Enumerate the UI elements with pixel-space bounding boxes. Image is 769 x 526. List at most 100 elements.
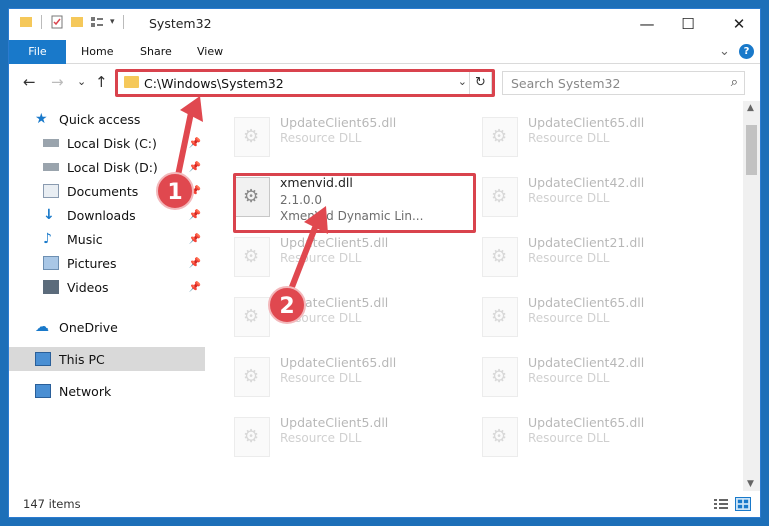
recent-locations-button[interactable]: ⌄ xyxy=(77,75,86,88)
file-name: UpdateClient5.dll xyxy=(280,235,389,250)
file-item[interactable]: UpdateClient65.dll Resource DLL xyxy=(482,111,722,163)
sidebar-item-label: Quick access xyxy=(59,111,141,127)
file-item[interactable]: UpdateClient42.dll Resource DLL xyxy=(482,171,722,223)
file-name: UpdateClient42.dll xyxy=(528,355,645,370)
tab-view[interactable]: View xyxy=(197,40,223,64)
file-item[interactable]: UpdateClient21.dll Resource DLL xyxy=(482,231,722,283)
dll-file-icon xyxy=(234,417,270,457)
pin-icon[interactable]: 📌 xyxy=(189,234,201,245)
file-name: UpdateClient65.dll xyxy=(280,355,397,370)
address-highlight-box xyxy=(115,69,495,97)
file-type: Resource DLL xyxy=(528,191,610,205)
file-name: UpdateClient65.dll xyxy=(528,115,645,130)
file-type: Resource DLL xyxy=(528,371,610,385)
callout-step-2: 2 xyxy=(268,286,306,324)
up-button[interactable]: ↑ xyxy=(95,73,108,91)
sidebar-item-label: Pictures xyxy=(67,255,117,271)
vertical-scrollbar[interactable]: ▲ ▼ xyxy=(743,101,760,491)
pin-icon[interactable]: 📌 xyxy=(189,210,201,221)
tab-home[interactable]: Home xyxy=(81,40,113,64)
download-icon: ↓ xyxy=(43,207,55,223)
close-button[interactable]: ✕ xyxy=(716,9,760,39)
sidebar-item-label: This PC xyxy=(59,351,105,367)
dll-file-icon xyxy=(482,237,518,277)
ribbon-collapse-icon[interactable]: ⌄ xyxy=(719,40,730,64)
sidebar-item-music[interactable]: ♪ Music 📌 xyxy=(9,227,205,251)
forward-button[interactable]: → xyxy=(51,73,64,91)
qat-dropdown-icon[interactable]: ▾ xyxy=(110,17,115,27)
file-item[interactable]: UpdateClient65.dll Resource DLL xyxy=(482,291,722,343)
file-type: Resource DLL xyxy=(280,131,362,145)
new-folder-icon[interactable] xyxy=(70,15,84,29)
dll-file-icon xyxy=(482,177,518,217)
sidebar-item-label: OneDrive xyxy=(59,319,118,335)
file-type: Resource DLL xyxy=(280,371,362,385)
file-item[interactable]: UpdateClient65.dll Resource DLL xyxy=(234,111,474,163)
sidebar-item-local-disk-c[interactable]: Local Disk (C:) 📌 xyxy=(9,131,205,155)
file-item[interactable]: UpdateClient65.dll Resource DLL xyxy=(482,411,722,463)
large-icons-view-icon[interactable] xyxy=(735,497,751,511)
drive-icon xyxy=(43,163,59,171)
properties-icon[interactable] xyxy=(50,15,64,29)
star-icon: ★ xyxy=(35,111,48,127)
sidebar-item-pictures[interactable]: Pictures 📌 xyxy=(9,251,205,275)
dll-file-icon xyxy=(482,357,518,397)
search-input[interactable]: Search System32 xyxy=(511,76,620,91)
folder-icon[interactable] xyxy=(19,15,33,29)
explorer-window: ▾ System32 — ☐ ✕ File Home Share View ⌄ … xyxy=(8,8,761,518)
file-type: Resource DLL xyxy=(528,311,610,325)
file-highlight-box xyxy=(233,173,476,233)
scroll-up-icon[interactable]: ▲ xyxy=(747,103,754,113)
file-name: UpdateClient42.dll xyxy=(528,175,645,190)
dll-file-icon xyxy=(234,357,270,397)
sidebar-item-network[interactable]: Network xyxy=(9,379,205,403)
pin-icon[interactable]: 📌 xyxy=(189,162,201,173)
navigation-bar: ← → ⌄ ↑ C:\Windows\System32 ⌄ ↻ Search S… xyxy=(9,65,760,101)
navigation-pane: ★ Quick access Local Disk (C:) 📌 Local D… xyxy=(9,101,205,491)
customize-view-icon[interactable] xyxy=(90,15,104,29)
file-item[interactable]: UpdateClient42.dll Resource DLL xyxy=(482,351,722,403)
file-item[interactable]: UpdateClient5.dll Resource DLL xyxy=(234,411,474,463)
tab-file[interactable]: File xyxy=(9,40,66,64)
file-type: Resource DLL xyxy=(280,431,362,445)
sidebar-item-label: Network xyxy=(59,383,112,399)
sidebar-item-onedrive[interactable]: ☁ OneDrive xyxy=(9,315,205,339)
callout-step-1: 1 xyxy=(156,172,194,210)
file-name: UpdateClient65.dll xyxy=(280,115,397,130)
file-name: UpdateClient65.dll xyxy=(528,295,645,310)
sidebar-item-quick-access[interactable]: ★ Quick access xyxy=(9,107,205,131)
file-name: UpdateClient5.dll xyxy=(280,415,389,430)
sidebar-item-label: Documents xyxy=(67,183,139,199)
help-icon[interactable]: ? xyxy=(739,44,754,59)
network-icon xyxy=(35,384,51,398)
title-bar: ▾ System32 — ☐ ✕ xyxy=(9,9,760,39)
dll-file-icon xyxy=(482,417,518,457)
quick-access-toolbar: ▾ xyxy=(19,15,126,29)
search-icon[interactable]: ⌕ xyxy=(731,75,738,90)
sidebar-item-videos[interactable]: Videos 📌 xyxy=(9,275,205,299)
scroll-down-icon[interactable]: ▼ xyxy=(747,479,754,489)
file-item[interactable]: UpdateClient65.dll Resource DLL xyxy=(234,351,474,403)
back-button[interactable]: ← xyxy=(23,73,36,91)
dll-file-icon xyxy=(482,117,518,157)
pin-icon[interactable]: 📌 xyxy=(189,282,201,293)
file-type: Resource DLL xyxy=(280,251,362,265)
videos-icon xyxy=(43,280,59,294)
sidebar-item-label: Local Disk (D:) xyxy=(67,159,158,175)
pin-icon[interactable]: 📌 xyxy=(189,138,201,149)
computer-icon xyxy=(35,352,51,366)
window-title: System32 xyxy=(149,16,212,31)
pin-icon[interactable]: 📌 xyxy=(189,258,201,269)
minimize-button[interactable]: — xyxy=(624,9,670,39)
sidebar-item-this-pc[interactable]: This PC xyxy=(9,347,205,371)
search-box[interactable]: Search System32 ⌕ xyxy=(502,71,745,95)
cloud-icon: ☁ xyxy=(35,319,49,335)
maximize-button[interactable]: ☐ xyxy=(665,9,711,39)
details-view-icon[interactable] xyxy=(713,497,729,511)
tab-share[interactable]: Share xyxy=(140,40,172,64)
file-item[interactable]: UpdateClient5.dll Resource DLL xyxy=(234,231,474,283)
dll-file-icon xyxy=(234,237,270,277)
scroll-thumb[interactable] xyxy=(746,125,757,175)
item-count: 147 items xyxy=(23,497,81,511)
toolbar-divider xyxy=(122,15,124,29)
